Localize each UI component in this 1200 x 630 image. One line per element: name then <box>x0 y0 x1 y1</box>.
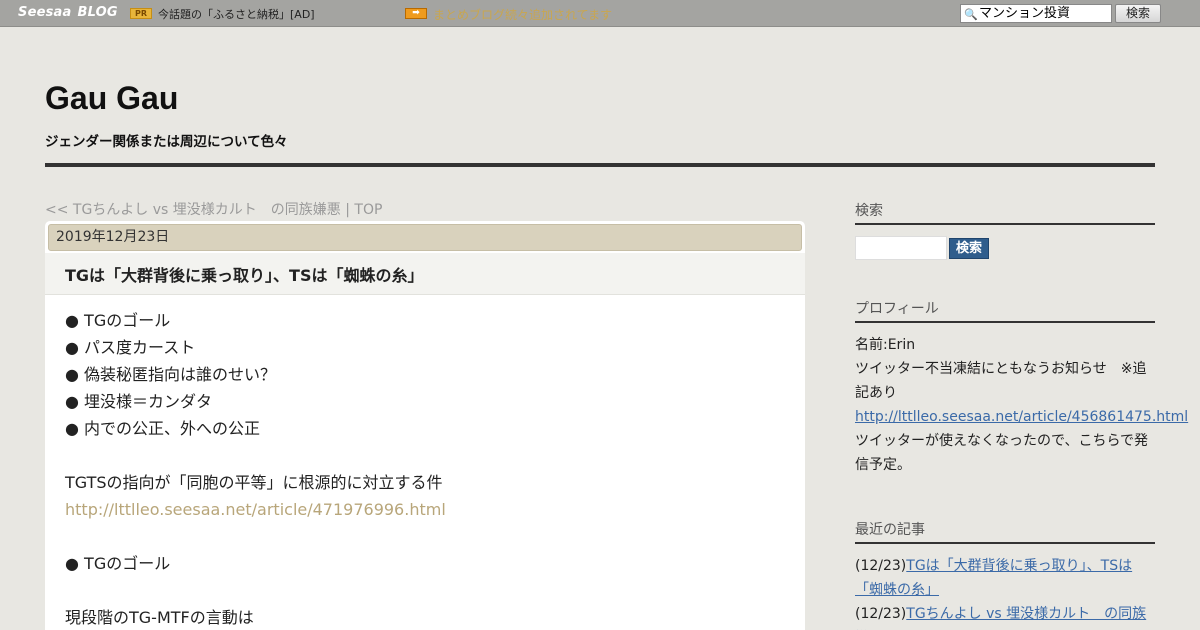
pr-badge: PR <box>130 8 152 19</box>
top-link[interactable]: TOP <box>354 202 382 218</box>
post-line <box>65 442 785 469</box>
post-navigation: << TGちんよし vs 埋没様カルト の同族嫌悪 | TOP <box>45 199 382 219</box>
blog-notice-link[interactable]: まとめブログ続々追加されてます <box>433 6 612 23</box>
recent-post-date: (12/23) <box>855 606 907 622</box>
profile-notice: ツイッター不当凍結にともなうお知らせ ※追記あり <box>855 361 1147 401</box>
post-line: ● 埋没様＝カンダタ <box>65 392 213 411</box>
post-line: ● パス度カースト <box>65 338 196 357</box>
sidebar-recent-section: 最近の記事 (12/23)TGは「大群背後に乗っ取り」、TSは「蜘蛛の糸」 (1… <box>855 519 1155 630</box>
sidebar: 検索 検索 プロフィール 名前:Erin ツイッター不当凍結にともなうお知らせ … <box>855 200 1188 630</box>
list-item: (12/23)TGは「大群背後に乗っ取り」、TSは「蜘蛛の糸」 <box>855 554 1155 602</box>
top-search-input[interactable]: 🔍 マンション投資 <box>960 4 1112 23</box>
post-line: 現段階のTG-MTFの言動は <box>65 608 254 627</box>
sidebar-search-heading: 検索 <box>855 200 1155 225</box>
post-date: 2019年12月23日 <box>48 224 802 251</box>
recent-posts-list: (12/23)TGは「大群背後に乗っ取り」、TSは「蜘蛛の糸」 (12/23)T… <box>855 554 1155 630</box>
post-line <box>65 577 785 604</box>
post-line: ● 内での公正、外への公正 <box>65 419 261 438</box>
sidebar-profile-section: プロフィール 名前:Erin ツイッター不当凍結にともなうお知らせ ※追記あり … <box>855 298 1188 477</box>
nav-separator: | <box>340 202 355 218</box>
prev-post-link[interactable]: << TGちんよし vs 埋没様カルト の同族嫌悪 <box>45 202 341 218</box>
post-line: ● 偽装秘匿指向は誰のせい？ <box>65 365 277 384</box>
arrow-right-icon: ➡ <box>405 8 427 19</box>
site-title[interactable]: Gau Gau <box>45 80 178 117</box>
post-title[interactable]: TGは「大群背後に乗っ取り」、TSは「蜘蛛の糸」 <box>65 262 424 286</box>
list-item: (12/23)TGちんよし vs 埋没様カルト の同族嫌悪 <box>855 602 1155 630</box>
header-divider <box>45 163 1155 167</box>
post-article: 2019年12月23日 TGは「大群背後に乗っ取り」、TSは「蜘蛛の糸」 ● T… <box>45 221 805 630</box>
post-line: TGTSの指向が「同胞の平等」に根源的に対立する件 <box>65 473 443 492</box>
profile-name: 名前:Erin <box>855 337 916 353</box>
profile-text: ツイッターが使えなくなったので、こちらで発信予定。 <box>855 433 1149 473</box>
post-line <box>65 523 785 550</box>
sidebar-search-input[interactable] <box>855 236 947 260</box>
sidebar-recent-heading: 最近の記事 <box>855 519 1155 544</box>
top-search-button[interactable]: 検索 <box>1115 4 1161 23</box>
post-article-link[interactable]: http://lttlleo.seesaa.net/article/471976… <box>65 496 785 523</box>
profile-content: 名前:Erin ツイッター不当凍結にともなうお知らせ ※追記あり http://… <box>855 333 1188 477</box>
pr-ad-link[interactable]: 今話題の「ふるさと納税」[AD] <box>158 6 315 22</box>
post-line: ● TGのゴール <box>65 554 171 573</box>
site-description: ジェンダー関係または周辺について色々 <box>45 134 288 150</box>
sidebar-search-button[interactable]: 検索 <box>949 238 989 259</box>
sidebar-profile-heading: プロフィール <box>855 298 1155 323</box>
post-body: ● TGのゴール ● パス度カースト ● 偽装秘匿指向は誰のせい？ ● 埋没様＝… <box>65 307 785 630</box>
logo-blog-text: BLOG <box>77 5 118 20</box>
logo-main-text: Seesaa <box>18 5 72 20</box>
magnifier-icon: 🔍 <box>964 8 978 21</box>
seesaa-blog-logo[interactable]: Seesaa BLOG <box>18 5 118 20</box>
sidebar-search-section: 検索 検索 <box>855 200 1155 260</box>
profile-link[interactable]: http://lttlleo.seesaa.net/article/456861… <box>855 409 1188 425</box>
top-search-value: マンション投資 <box>979 6 1071 21</box>
post-line: ● TGのゴール <box>65 311 171 330</box>
recent-post-date: (12/23) <box>855 558 907 574</box>
top-bar: Seesaa BLOG PR 今話題の「ふるさと納税」[AD] ➡ まとめブログ続… <box>0 0 1200 27</box>
sidebar-search-form: 検索 <box>855 236 1155 260</box>
post-title-box: TGは「大群背後に乗っ取り」、TSは「蜘蛛の糸」 <box>45 253 805 295</box>
